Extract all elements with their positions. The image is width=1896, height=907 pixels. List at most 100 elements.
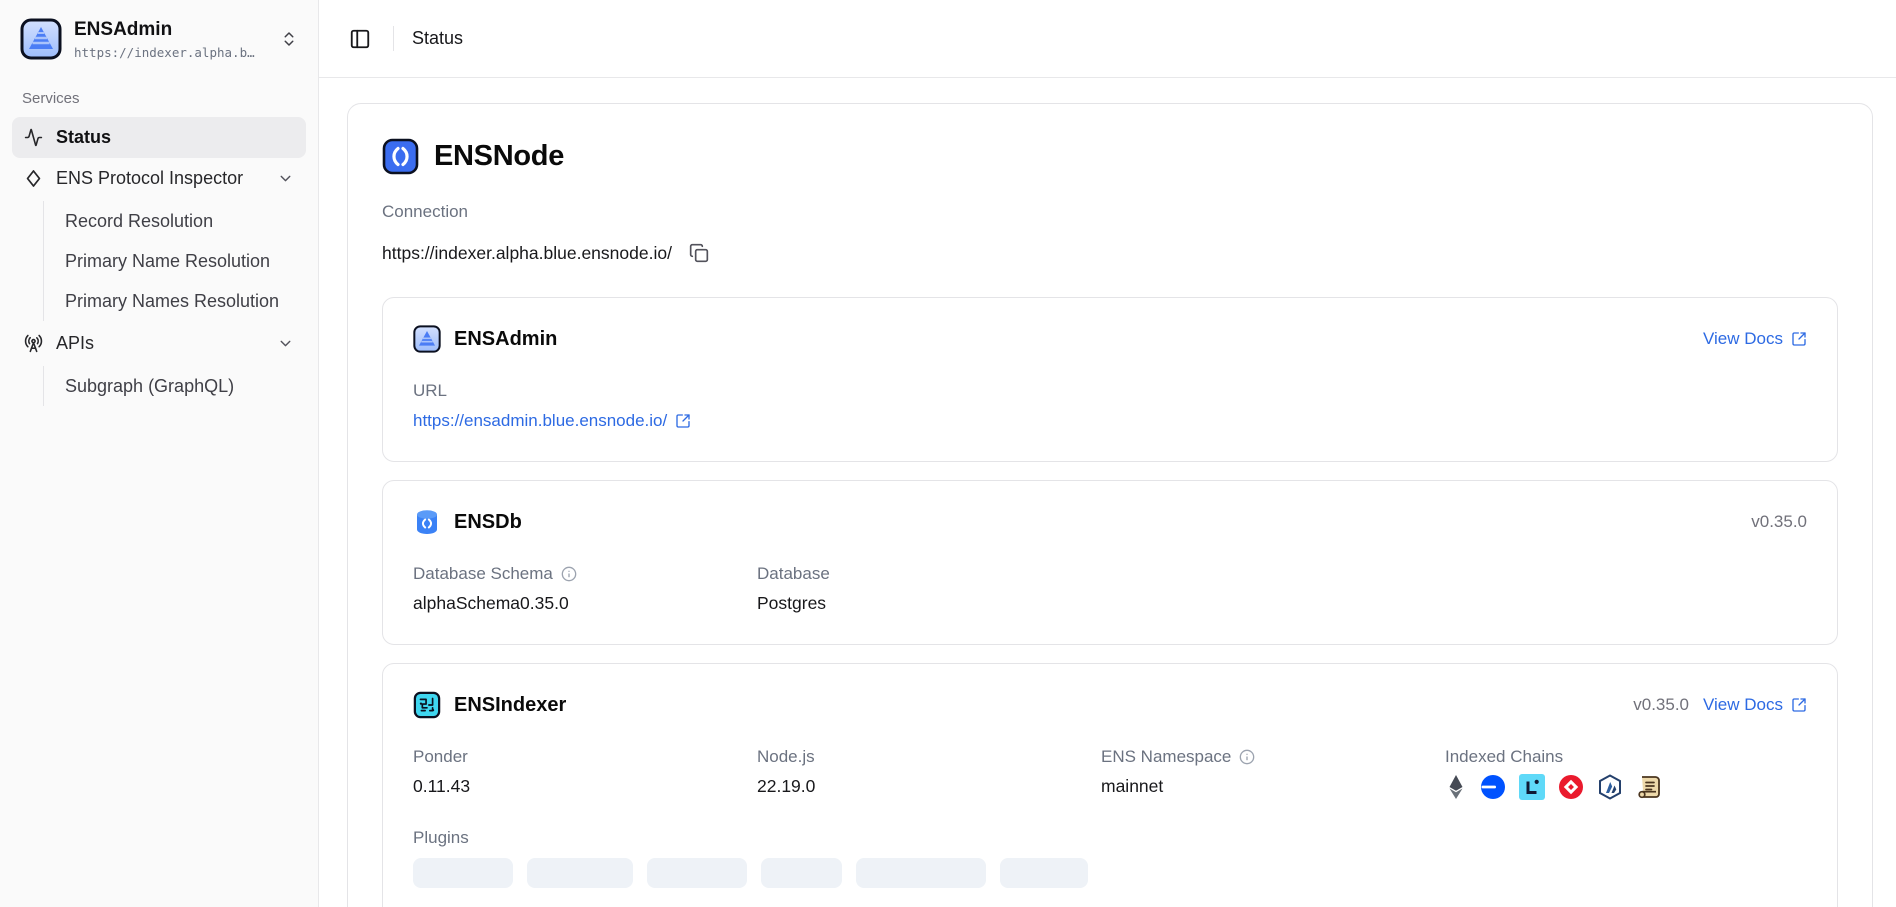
chevrons-up-down-icon (280, 30, 298, 48)
ensadmin-url-text: https://ensadmin.blue.ensnode.io/ (413, 411, 667, 431)
plugin-chip (527, 858, 633, 888)
ensadmin-logo-icon (20, 18, 62, 60)
card-title: ENSIndexer (454, 694, 566, 717)
sidebar-item-label: Record Resolution (65, 211, 213, 232)
ensindexer-card: ENSIndexer v0.35.0 View Docs (382, 663, 1838, 907)
ensadmin-card: ENSAdmin View Docs URL (382, 297, 1838, 462)
plugin-chip (856, 858, 986, 888)
ensdb-logo-icon (413, 508, 441, 536)
workspace-url: https://indexer.alpha.b… (74, 45, 255, 60)
chevron-down-icon[interactable] (277, 170, 294, 187)
field-label: Database (757, 564, 1101, 584)
plugin-chip (413, 858, 513, 888)
sidebar-item-label: Subgraph (GraphQL) (65, 376, 234, 397)
view-docs-link[interactable]: View Docs (1703, 329, 1807, 349)
workspace-switcher[interactable]: ENSAdmin https://indexer.alpha.b… (12, 10, 306, 68)
ensadmin-logo-icon (413, 325, 441, 353)
ensnode-status-card: ENSNode Connection https://indexer.alpha… (347, 103, 1873, 907)
sidebar-item-record-resolution[interactable]: Record Resolution (57, 201, 306, 241)
sidebar-nav: Status ENS Protocol Inspector Record Res… (12, 117, 306, 406)
field-value: 22.19.0 (757, 776, 1101, 800)
external-link-icon (675, 413, 691, 429)
activity-icon (24, 128, 43, 147)
breadcrumb: Status (412, 28, 463, 49)
field-label-text: ENS Namespace (1101, 747, 1231, 767)
sidebar-item-status[interactable]: Status (12, 117, 306, 158)
sidebar-item-label: Primary Name Resolution (65, 251, 270, 272)
info-icon[interactable] (1239, 749, 1255, 765)
ensindexer-logo-icon (413, 691, 441, 719)
field-label-text: Node.js (757, 747, 815, 767)
plugin-chip (647, 858, 747, 888)
sidebar-item-label: Status (56, 127, 111, 148)
plugins-label: Plugins (413, 828, 1807, 848)
sidebar-item-ens-protocol-inspector[interactable]: ENS Protocol Inspector (12, 158, 306, 199)
main-column: Status ENSNode Connection https://indexe… (319, 0, 1896, 907)
topbar: Status (319, 0, 1896, 78)
apis-submenu: Subgraph (GraphQL) (43, 366, 306, 406)
chevron-down-icon[interactable] (277, 335, 294, 352)
panel-left-icon (349, 28, 371, 50)
field-value: 0.11.43 (413, 776, 757, 800)
sidebar-item-label: ENS Protocol Inspector (56, 168, 243, 189)
field-value: Postgres (757, 593, 1101, 614)
connection-row: https://indexer.alpha.blue.ensnode.io/ (382, 241, 1838, 265)
connection-label: Connection (382, 202, 1838, 222)
field-label: ENS Namespace (1101, 747, 1445, 767)
url-label: URL (413, 381, 1807, 401)
connection-url: https://indexer.alpha.blue.ensnode.io/ (382, 243, 672, 264)
copy-button[interactable] (687, 241, 711, 265)
sidebar-item-label: Primary Names Resolution (65, 291, 279, 312)
ensindexer-fields: Ponder Node.js ENS Namespace (413, 747, 1807, 800)
field-label-text: Ponder (413, 747, 468, 767)
plugin-chip (1000, 858, 1088, 888)
version-badge: v0.35.0 (1633, 695, 1689, 715)
view-docs-link[interactable]: View Docs (1703, 695, 1807, 715)
ensadmin-url-link[interactable]: https://ensadmin.blue.ensnode.io/ (413, 411, 691, 431)
sidebar-item-subgraph-graphql[interactable]: Subgraph (GraphQL) (57, 366, 306, 406)
ens-diamond-icon (24, 169, 43, 188)
ensadmin-card-header: ENSAdmin View Docs (413, 325, 1807, 353)
version-badge: v0.35.0 (1751, 512, 1807, 532)
linea-icon (1519, 774, 1545, 800)
external-link-icon (1791, 331, 1807, 347)
ens-protocol-inspector-submenu: Record Resolution Primary Name Resolutio… (43, 201, 306, 321)
field-label-text: Database (757, 564, 830, 584)
ethereum-icon (1445, 774, 1467, 800)
workspace-name: ENSAdmin (74, 18, 255, 42)
ensdb-card: ENSDb v0.35.0 Database Schema (382, 480, 1838, 645)
sidebar-toggle-button[interactable] (345, 24, 375, 54)
scroll-icon (1636, 774, 1662, 800)
main-content: ENSNode Connection https://indexer.alpha… (319, 78, 1896, 907)
topbar-separator (393, 26, 394, 51)
sidebar-item-label: APIs (56, 333, 94, 354)
arbitrum-icon (1597, 774, 1623, 800)
indexed-chains (1445, 767, 1789, 800)
field-label-text: Indexed Chains (1445, 747, 1563, 767)
plugins-chips-row (413, 858, 1807, 888)
page-title: ENSNode (434, 140, 564, 173)
card-title: ENSAdmin (454, 328, 557, 351)
ensnode-header: ENSNode (382, 138, 1838, 175)
base-icon (1480, 774, 1506, 800)
sidebar-item-primary-names-resolution[interactable]: Primary Names Resolution (57, 281, 306, 321)
field-label: Ponder (413, 747, 757, 767)
field-label: Node.js (757, 747, 1101, 767)
copy-icon (689, 243, 709, 263)
sidebar-item-apis[interactable]: APIs (12, 323, 306, 364)
radio-tower-icon (24, 334, 43, 353)
ensnode-logo-icon (382, 138, 419, 175)
plugin-chip (761, 858, 842, 888)
sidebar: ENSAdmin https://indexer.alpha.b… Servic… (0, 0, 319, 907)
card-title: ENSDb (454, 511, 522, 534)
field-label-text: Database Schema (413, 564, 553, 584)
field-label: Indexed Chains (1445, 747, 1789, 767)
services-section-label: Services (12, 68, 306, 117)
optimism-icon (1558, 774, 1584, 800)
view-docs-label: View Docs (1703, 695, 1783, 715)
sidebar-item-primary-name-resolution[interactable]: Primary Name Resolution (57, 241, 306, 281)
view-docs-label: View Docs (1703, 329, 1783, 349)
info-icon[interactable] (561, 566, 577, 582)
ensdb-card-header: ENSDb v0.35.0 (413, 508, 1807, 536)
ensdb-fields: Database Schema Database alphaSchema0.35… (413, 564, 1807, 614)
